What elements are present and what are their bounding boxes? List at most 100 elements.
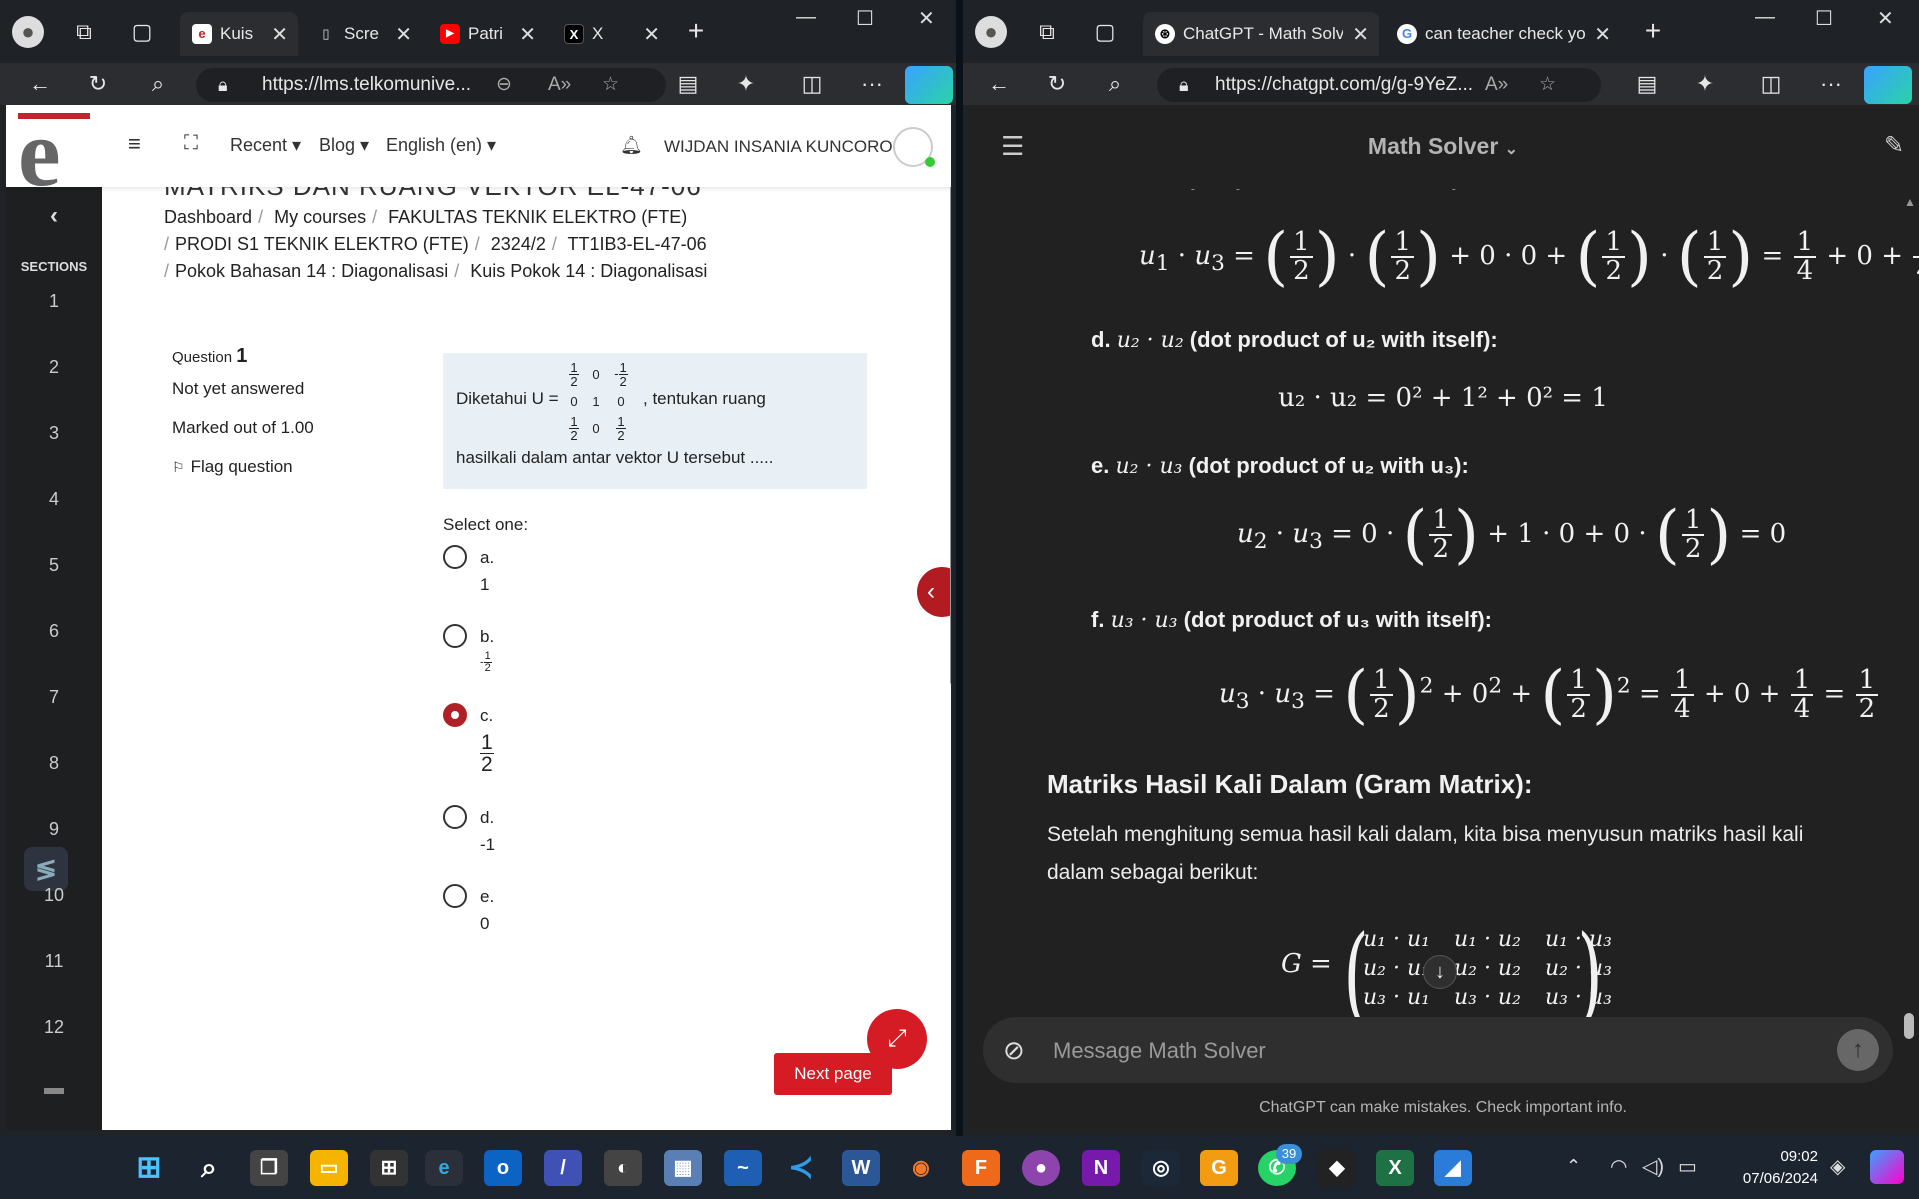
game-app-icon[interactable]: G bbox=[1200, 1150, 1238, 1186]
message-input[interactable]: Message Math Solver bbox=[1053, 1038, 1266, 1064]
close-window-icon[interactable]: ✕ bbox=[1877, 6, 1894, 31]
search-icon[interactable]: ⌕ bbox=[1097, 69, 1133, 99]
option-b-value[interactable]: -12 bbox=[480, 651, 492, 674]
search-icon[interactable]: ⌕ bbox=[190, 1150, 228, 1186]
tab-actions-icon[interactable]: ▢ bbox=[124, 17, 160, 47]
workspaces-icon[interactable]: ⧉ bbox=[1029, 17, 1065, 47]
option-b-radio[interactable] bbox=[443, 624, 467, 648]
fullscreen-icon[interactable]: ⛶ bbox=[184, 132, 198, 155]
extensions-icon[interactable]: ✦ bbox=[728, 69, 764, 99]
section-link[interactable]: 12 bbox=[6, 1017, 102, 1038]
maps-app-icon[interactable]: ~ bbox=[724, 1150, 762, 1186]
section-link[interactable]: 9 bbox=[6, 819, 102, 840]
blog-menu[interactable]: Blog ▾ bbox=[319, 135, 369, 156]
option-a-value[interactable]: 1 bbox=[480, 575, 489, 595]
edge-icon[interactable]: e bbox=[425, 1150, 463, 1186]
breadcrumb-my-courses[interactable]: My courses bbox=[274, 207, 366, 227]
blender-icon[interactable]: ◉ bbox=[902, 1150, 940, 1186]
tab-actions-icon[interactable]: ▢ bbox=[1087, 17, 1123, 47]
file-explorer-icon[interactable]: ▭ bbox=[310, 1150, 348, 1186]
extensions-icon[interactable]: ✦ bbox=[1687, 69, 1723, 99]
media-app-icon[interactable]: ● bbox=[1022, 1150, 1060, 1186]
maximize-icon[interactable]: ☐ bbox=[1815, 6, 1833, 31]
notification-bell-icon[interactable]: 🔔︎ bbox=[620, 135, 643, 156]
scroll-down-icon[interactable]: ↓ bbox=[1423, 955, 1457, 989]
section-link[interactable]: 6 bbox=[6, 621, 102, 642]
read-aloud-icon[interactable]: A» bbox=[1485, 68, 1508, 102]
minimize-icon[interactable]: — bbox=[796, 6, 816, 29]
back-icon[interactable]: ← bbox=[981, 69, 1017, 99]
option-e-letter[interactable]: e. bbox=[480, 887, 494, 907]
scroll-up-arrow-icon[interactable]: ▲ bbox=[1904, 195, 1916, 209]
task-view-icon[interactable]: ❐ bbox=[250, 1150, 288, 1186]
photos-icon[interactable]: ▦ bbox=[664, 1150, 702, 1186]
next-page-button[interactable]: Next page bbox=[774, 1053, 892, 1095]
vscode-icon[interactable]: ≺ bbox=[782, 1150, 820, 1186]
close-tab-icon[interactable]: ✕ bbox=[271, 22, 288, 47]
new-tab-icon[interactable]: + bbox=[678, 16, 714, 46]
copilot-taskbar-icon[interactable] bbox=[1870, 1150, 1904, 1184]
tab-screenshot[interactable]: ▯ Scre ✕ bbox=[304, 12, 422, 56]
more-menu-icon[interactable]: ··· bbox=[1813, 69, 1849, 99]
profile-icon[interactable]: ● bbox=[12, 16, 44, 48]
telkom-logo[interactable]: e bbox=[14, 105, 94, 206]
close-tab-icon[interactable]: ✕ bbox=[1352, 22, 1369, 47]
steam-icon[interactable]: ◎ bbox=[1142, 1150, 1180, 1186]
reading-view-icon[interactable]: ▤ bbox=[1629, 69, 1665, 99]
chevron-up-icon[interactable]: ⌃ bbox=[1566, 1156, 1581, 1177]
zoom-icon[interactable]: ⊖ bbox=[496, 68, 512, 102]
section-link[interactable]: 1 bbox=[6, 291, 102, 312]
close-tab-icon[interactable]: ✕ bbox=[643, 22, 660, 47]
favorite-star-icon[interactable]: ☆ bbox=[602, 68, 619, 102]
option-a-radio[interactable] bbox=[443, 545, 467, 569]
back-icon[interactable]: ← bbox=[22, 69, 58, 99]
flag-question-link[interactable]: ⚐ Flag question bbox=[172, 457, 293, 477]
address-field[interactable]: 🔒︎ https://lms.telkomunive... ⊖ A» ☆ bbox=[196, 68, 666, 102]
outlook-icon[interactable]: o bbox=[484, 1150, 522, 1186]
reading-view-icon[interactable]: ▤ bbox=[670, 69, 706, 99]
option-d-letter[interactable]: d. bbox=[480, 808, 494, 828]
breadcrumb-quiz[interactable]: Kuis Pokok 14 : Diagonalisasi bbox=[470, 261, 707, 281]
read-aloud-icon[interactable]: A» bbox=[548, 68, 571, 102]
onenote-icon[interactable]: N bbox=[1082, 1150, 1120, 1186]
section-link[interactable]: 2 bbox=[6, 357, 102, 378]
breadcrumb-course[interactable]: TT1IB3-EL-47-06 bbox=[568, 234, 707, 254]
section-link[interactable]: 11 bbox=[6, 951, 102, 972]
split-screen-icon[interactable]: ◫ bbox=[1753, 69, 1789, 99]
section-link[interactable]: 3 bbox=[6, 423, 102, 444]
copilot-icon[interactable] bbox=[905, 66, 953, 104]
option-e-radio[interactable] bbox=[443, 884, 467, 908]
section-link[interactable]: 8 bbox=[6, 753, 102, 774]
pen-app-icon[interactable]: / bbox=[544, 1150, 582, 1186]
clock-time[interactable]: 09:02 bbox=[1718, 1148, 1818, 1165]
close-tab-icon[interactable]: ✕ bbox=[395, 22, 412, 47]
tab-kuis[interactable]: e Kuis ✕ bbox=[180, 12, 298, 56]
split-screen-icon[interactable]: ◫ bbox=[794, 69, 830, 99]
notification-icon[interactable]: ◈ bbox=[1830, 1154, 1845, 1179]
user-name[interactable]: WIJDAN INSANIA KUNCORO bbox=[664, 137, 893, 157]
profile-icon[interactable]: ● bbox=[975, 16, 1007, 48]
workspaces-icon[interactable]: ⧉ bbox=[66, 17, 102, 47]
refresh-icon[interactable]: ↻ bbox=[80, 69, 116, 99]
section-link[interactable]: 7 bbox=[6, 687, 102, 708]
breadcrumb-topic[interactable]: Pokok Bahasan 14 : Diagonalisasi bbox=[175, 261, 448, 281]
breadcrumb-term[interactable]: 2324/2 bbox=[491, 234, 546, 254]
option-e-value[interactable]: 0 bbox=[480, 914, 489, 934]
tab-chatgpt[interactable]: ⊛ ChatGPT - Math Solve ✕ bbox=[1143, 12, 1379, 56]
scrollbar-thumb[interactable] bbox=[1904, 1013, 1914, 1039]
new-tab-icon[interactable]: + bbox=[1635, 16, 1671, 46]
more-menu-icon[interactable]: ··· bbox=[854, 69, 890, 99]
attach-paperclip-icon[interactable]: ⊘ bbox=[1003, 1035, 1025, 1066]
option-c-value[interactable]: 12 bbox=[480, 732, 494, 775]
model-selector[interactable]: Math Solver ⌄ bbox=[967, 133, 1919, 160]
maximize-icon[interactable]: ☐ bbox=[856, 6, 874, 31]
microsoft-store-icon[interactable]: ⊞ bbox=[370, 1150, 408, 1186]
close-tab-icon[interactable]: ✕ bbox=[519, 22, 536, 47]
address-field[interactable]: 🔒︎ https://chatgpt.com/g/g-9YeZ... A» ☆ bbox=[1157, 68, 1601, 102]
option-c-radio[interactable] bbox=[443, 703, 467, 727]
section-link[interactable]: 5 bbox=[6, 555, 102, 576]
favorite-star-icon[interactable]: ☆ bbox=[1539, 68, 1556, 102]
option-b-letter[interactable]: b. bbox=[480, 627, 494, 647]
volume-icon[interactable]: ◁) bbox=[1642, 1154, 1664, 1179]
hamburger-menu-icon[interactable]: ≡ bbox=[128, 131, 141, 157]
